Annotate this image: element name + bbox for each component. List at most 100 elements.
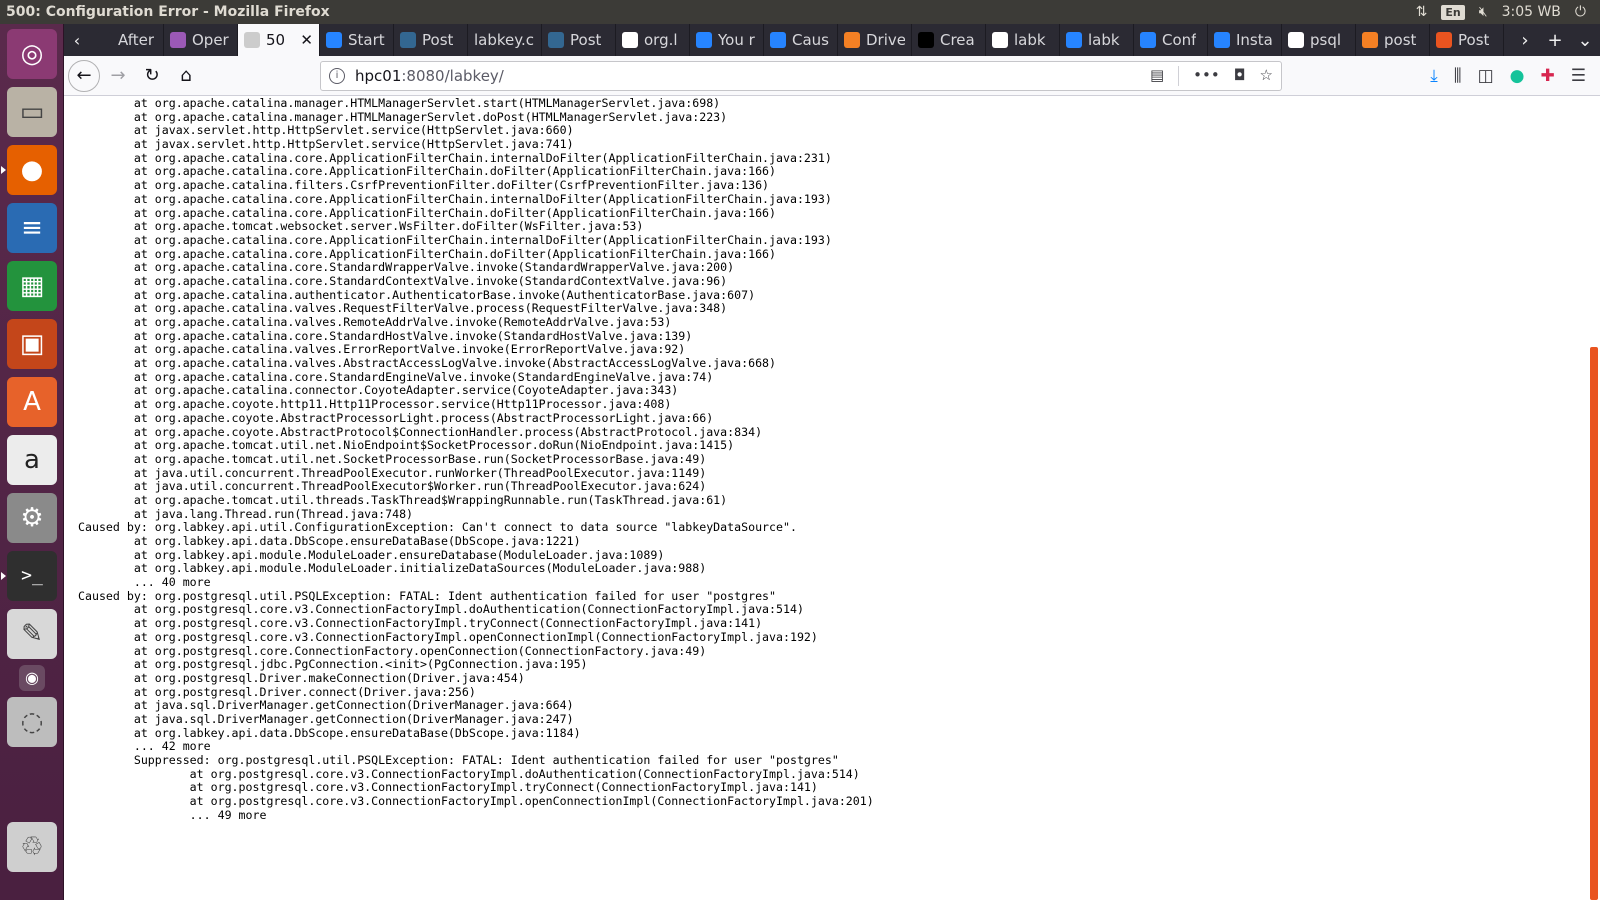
page-actions-button[interactable]: ••• xyxy=(1193,66,1220,86)
browser-tab[interactable]: 50 ✕ xyxy=(238,24,320,56)
back-button[interactable]: ← xyxy=(68,59,100,92)
browser-tab[interactable]: Drive xyxy=(838,24,912,56)
stack-trace-line: at java.lang.Thread.run(Thread.java:748) xyxy=(78,507,414,521)
ubuntu-dash-icon[interactable]: ◎ xyxy=(7,29,57,79)
stack-trace-line: at org.apache.coyote.AbstractProtocol$Co… xyxy=(78,425,763,439)
stack-trace-line: at org.apache.catalina.core.ApplicationF… xyxy=(78,247,777,261)
files-icon[interactable]: ▭ xyxy=(7,87,57,137)
terminal-icon[interactable]: >_ xyxy=(7,551,57,601)
menu-hamburger-icon[interactable]: ☰ xyxy=(1571,66,1586,86)
tab-label: Insta xyxy=(1236,31,1273,49)
stackoverflow-icon xyxy=(1362,32,1378,48)
reload-button[interactable]: ↻ xyxy=(136,60,168,92)
browser-tab[interactable]: labkey.c xyxy=(468,24,542,56)
tabs-scroll-right-button[interactable]: › xyxy=(1510,30,1540,51)
close-tab-icon[interactable]: ✕ xyxy=(300,31,313,49)
grammarly-icon[interactable]: ● xyxy=(1510,66,1525,86)
system-settings-icon[interactable]: ⚙ xyxy=(7,493,57,543)
url-text[interactable]: hpc01:8080/labkey/ xyxy=(355,67,1150,85)
browser-tab[interactable]: post xyxy=(1356,24,1430,56)
url-host: hpc01 xyxy=(355,66,402,85)
tab-strip: ‹ After Oper 50 ✕ Start Post labkey.c Post org.l… xyxy=(64,24,1600,56)
browser-tab[interactable]: Conf xyxy=(1134,24,1208,56)
amazon-icon-glyph: a xyxy=(24,445,40,475)
stack-trace-line: at org.apache.catalina.core.ApplicationF… xyxy=(78,165,777,179)
disk-icon[interactable]: ◌ xyxy=(7,697,57,747)
browser-tab[interactable]: After xyxy=(90,24,164,56)
stack-trace-line: at org.labkey.api.module.ModuleLoader.en… xyxy=(78,548,665,562)
browser-tab[interactable]: Crea xyxy=(912,24,986,56)
forward-button[interactable]: → xyxy=(102,60,134,92)
scrollbar[interactable] xyxy=(1588,97,1600,900)
home-button[interactable]: ⌂ xyxy=(170,60,202,92)
browser-tab[interactable]: You r xyxy=(690,24,764,56)
ubuntu-dash-icon-glyph: ◎ xyxy=(20,39,44,69)
browser-tab[interactable]: Insta xyxy=(1208,24,1282,56)
browser-tab[interactable]: Post xyxy=(1430,24,1504,56)
tab-label: Start xyxy=(348,31,385,49)
reader-view-icon[interactable]: ▤ xyxy=(1150,66,1164,86)
stack-trace-line: at org.apache.catalina.valves.RemoteAddr… xyxy=(78,316,672,329)
browser-tab[interactable]: labk xyxy=(1060,24,1134,56)
amazon-icon[interactable]: a xyxy=(7,435,57,485)
browser-tab[interactable]: Post xyxy=(394,24,468,56)
firefox-icon-glyph: ● xyxy=(20,155,44,185)
browser-tab[interactable]: Caus xyxy=(764,24,838,56)
stack-trace-line: at org.apache.catalina.core.ApplicationF… xyxy=(78,192,832,206)
writer-icon[interactable]: ≡ xyxy=(7,203,57,253)
sidebar-icon[interactable]: ◫ xyxy=(1478,66,1494,86)
stack-trace-line: at javax.servlet.http.HttpServlet.servic… xyxy=(78,124,574,138)
browser-tab[interactable]: labk xyxy=(986,24,1060,56)
camera-icon[interactable]: ◉ xyxy=(19,665,45,691)
scrollbar-thumb[interactable] xyxy=(1590,347,1598,900)
atlassian-icon xyxy=(1140,32,1156,48)
stack-trace-line: at org.apache.catalina.core.StandardCont… xyxy=(78,274,728,288)
calc-icon[interactable]: ▦ xyxy=(7,261,57,311)
pocket-icon[interactable]: ◘ xyxy=(1234,66,1246,86)
disk-icon-glyph: ◌ xyxy=(20,707,44,737)
software-center-icon[interactable]: A xyxy=(7,377,57,427)
text-editor-icon[interactable]: ✎ xyxy=(7,609,57,659)
stack-trace-line: at org.postgresql.core.ConnectionFactory… xyxy=(78,644,707,658)
downloads-icon[interactable]: ⤓ xyxy=(1430,66,1438,86)
site-info-icon[interactable]: i xyxy=(329,67,345,84)
network-updown-icon[interactable]: ⇅ xyxy=(1416,4,1428,20)
tabs-scroll-left-button[interactable]: ‹ xyxy=(64,24,90,56)
stack-trace-line: at org.postgresql.core.v3.ConnectionFact… xyxy=(78,781,818,795)
text-editor-icon-glyph: ✎ xyxy=(21,619,43,649)
stack-trace-line: at org.postgresql.core.v3.ConnectionFact… xyxy=(78,617,763,631)
clock[interactable]: 3:05 WB xyxy=(1502,4,1561,20)
forward-arrow-icon: → xyxy=(110,65,126,86)
impress-icon-glyph: ▣ xyxy=(19,329,45,359)
url-bar[interactable]: i hpc01:8080/labkey/ ▤ ••• ◘ ☆ xyxy=(320,60,1282,91)
stack-trace-line: at org.apache.catalina.core.StandardWrap… xyxy=(78,261,735,275)
stack-trace-line: at org.apache.catalina.connector.CoyoteA… xyxy=(78,384,679,398)
tab-label: After xyxy=(118,31,155,49)
extension-icon[interactable]: ✚ xyxy=(1541,66,1555,86)
list-all-tabs-button[interactable]: ⌄ xyxy=(1570,30,1600,51)
keyboard-layout-indicator[interactable]: En xyxy=(1441,4,1465,20)
volume-muted-icon[interactable]: 🔇︎ xyxy=(1479,4,1488,20)
browser-tab[interactable]: org.l xyxy=(616,24,690,56)
trash-icon[interactable]: ♲ xyxy=(7,822,57,872)
impress-icon[interactable]: ▣ xyxy=(7,319,57,369)
bookmark-star-icon[interactable]: ☆ xyxy=(1260,66,1273,86)
camera-icon-glyph: ◉ xyxy=(25,668,39,687)
stack-trace-line: at org.apache.catalina.valves.AbstractAc… xyxy=(78,357,777,371)
firefox-icon[interactable]: ● xyxy=(7,145,57,195)
browser-tab[interactable]: Oper xyxy=(164,24,238,56)
trash-icon-glyph: ♲ xyxy=(20,832,44,862)
back-arrow xyxy=(96,32,112,48)
stack-trace-line: at org.postgresql.core.v3.ConnectionFact… xyxy=(78,767,860,781)
browser-tab[interactable]: Post xyxy=(542,24,616,56)
library-icon[interactable]: ⫼ xyxy=(1454,66,1462,86)
google-icon xyxy=(992,32,1008,48)
browser-tab[interactable]: psql xyxy=(1282,24,1356,56)
stack-trace-line: at org.labkey.api.module.ModuleLoader.in… xyxy=(78,562,707,576)
new-tab-button[interactable]: + xyxy=(1540,30,1570,51)
browser-tab[interactable]: Start xyxy=(320,24,394,56)
stack-trace-line: at org.postgresql.Driver.connect(Driver.… xyxy=(78,685,476,699)
power-icon[interactable]: ⏻ xyxy=(1575,4,1586,20)
files-icon-glyph: ▭ xyxy=(19,97,45,127)
tab-label: org.l xyxy=(644,31,678,49)
